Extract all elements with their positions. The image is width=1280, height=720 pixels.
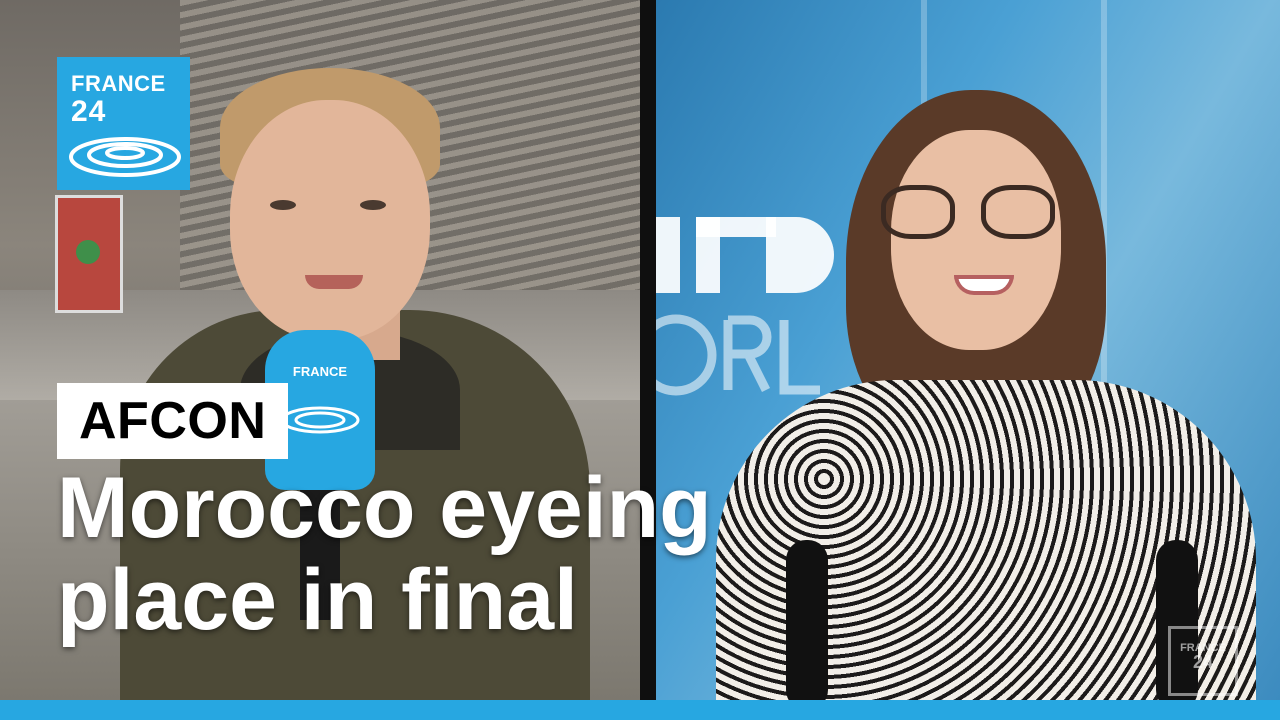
- presenter-glasses: [881, 185, 1071, 241]
- headline-line-2: place in final: [57, 552, 578, 648]
- logo-text-24: 24: [71, 95, 107, 128]
- reporter-eye-right: [360, 200, 386, 210]
- reporter-eye-left: [270, 200, 296, 210]
- studio-microphone: [786, 540, 828, 700]
- reporter-face: [230, 100, 430, 340]
- reporter-mouth: [305, 275, 363, 289]
- glasses-lens-left: [881, 185, 955, 239]
- logo-rings-icon: [69, 137, 181, 177]
- glasses-lens-right: [981, 185, 1055, 239]
- studio-logo-watermark: FRANCE 24: [1168, 626, 1238, 696]
- france24-logo: FRANCE 24: [57, 57, 190, 190]
- bottom-accent-bar: [0, 700, 1280, 720]
- topic-tag-text: AFCON: [79, 392, 267, 450]
- headline-line-1: Morocco eyeing: [57, 460, 712, 556]
- microphone-logo-text: FRANCE: [292, 364, 348, 379]
- studio-logo-text: FRANCE 24: [1180, 642, 1226, 672]
- presenter-panel: FRANCE 24: [656, 0, 1280, 700]
- logo-text-france: FRANCE: [71, 71, 166, 96]
- video-frame: FRANCE FRANCE 24 FRANCE 24 AFCON Morocco…: [0, 0, 1280, 720]
- street-sign: [55, 195, 123, 313]
- headline-caption: Morocco eyeing place in final: [57, 462, 712, 646]
- sign-dot: [76, 240, 100, 264]
- topic-tag: AFCON: [57, 383, 289, 459]
